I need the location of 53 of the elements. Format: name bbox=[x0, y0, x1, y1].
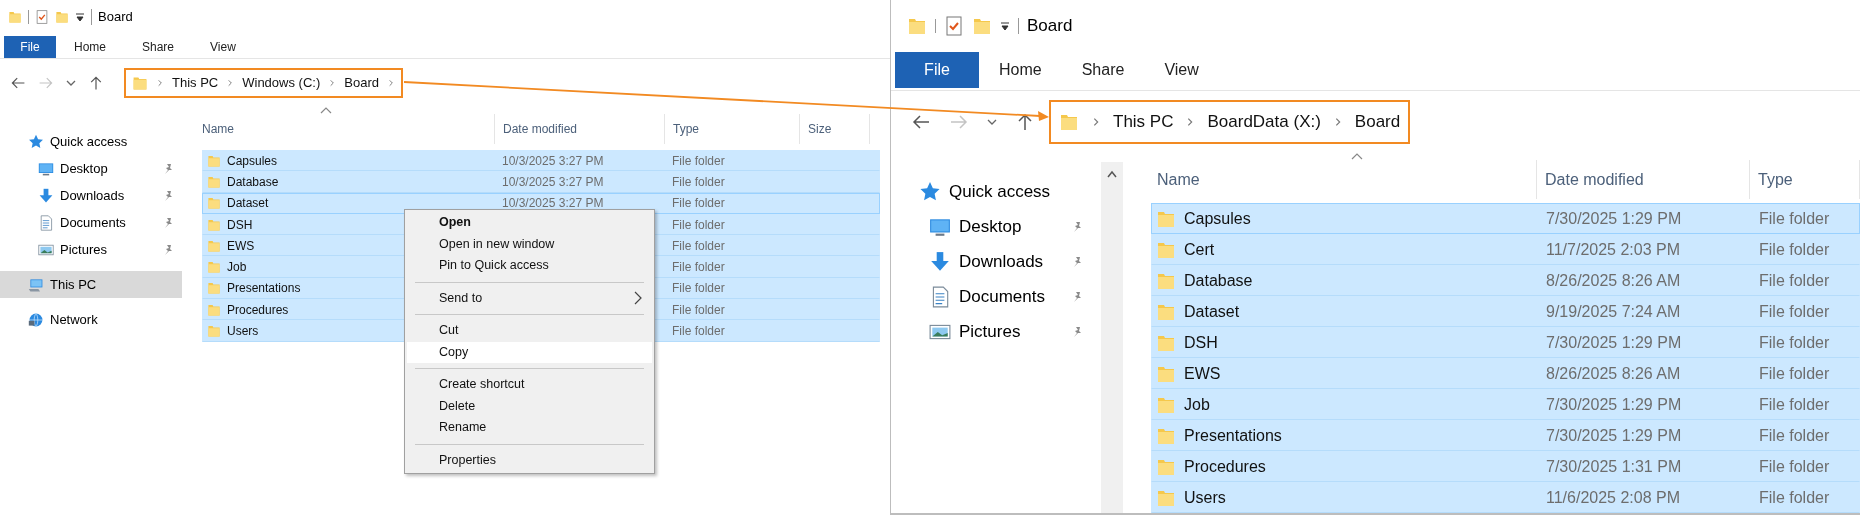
file-type: File folder bbox=[1759, 271, 1830, 289]
file-type: File folder bbox=[672, 302, 725, 317]
date-modified: 8/26/2025 8:26 AM bbox=[1546, 271, 1681, 289]
date-modified: 10/3/2025 3:27 PM bbox=[502, 174, 604, 189]
file-name: DSH bbox=[1184, 332, 1218, 353]
file-type: File folder bbox=[672, 217, 725, 232]
file-name: Job bbox=[227, 259, 247, 277]
file-type: File folder bbox=[672, 260, 725, 275]
file-name: DSH bbox=[227, 216, 253, 234]
file-name: Presentations bbox=[1184, 425, 1282, 446]
file-name: Presentations bbox=[227, 280, 301, 298]
date-modified: 7/30/2025 1:29 PM bbox=[1546, 426, 1682, 444]
date-modified: 8/26/2025 8:26 AM bbox=[1546, 364, 1681, 382]
file-name: Dataset bbox=[227, 195, 269, 213]
file-type: File folder bbox=[672, 281, 725, 296]
file-name: Database bbox=[1184, 270, 1253, 291]
file-type: File folder bbox=[672, 238, 725, 253]
file-type: File folder bbox=[1759, 209, 1830, 227]
file-type: File folder bbox=[1759, 302, 1830, 320]
file-type: File folder bbox=[1759, 426, 1830, 444]
file-name: EWS bbox=[1184, 363, 1221, 384]
file-type: File folder bbox=[672, 324, 725, 338]
date-modified: 7/30/2025 1:29 PM bbox=[1546, 333, 1682, 351]
file-type: File folder bbox=[1759, 457, 1830, 475]
date-modified: 11/7/2025 2:03 PM bbox=[1546, 240, 1681, 258]
file-type: File folder bbox=[672, 153, 725, 168]
file-type: File folder bbox=[1759, 333, 1830, 351]
file-name: Job bbox=[1184, 394, 1210, 415]
window-title: Board bbox=[98, 8, 133, 27]
file-name: Database bbox=[227, 173, 279, 191]
date-modified: 7/30/2025 1:29 PM bbox=[1546, 395, 1682, 413]
file-name: Users bbox=[1184, 487, 1226, 508]
file-type: File folder bbox=[672, 174, 725, 189]
file-type: File folder bbox=[1759, 240, 1830, 258]
date-modified: 9/19/2025 7:24 AM bbox=[1546, 302, 1681, 320]
file-name: Capsules bbox=[227, 152, 278, 170]
file-type: File folder bbox=[672, 196, 725, 211]
date-modified: 11/6/2025 2:08 PM bbox=[1546, 488, 1681, 506]
file-name: Capsules bbox=[1184, 208, 1251, 229]
file-type: File folder bbox=[1759, 364, 1830, 382]
date-modified: 10/3/2025 3:27 PM bbox=[502, 153, 604, 168]
date-modified: 10/3/2025 3:27 PM bbox=[502, 196, 604, 211]
file-type: File folder bbox=[1759, 395, 1830, 413]
file-type: File folder bbox=[1759, 488, 1830, 506]
date-modified: 7/30/2025 1:29 PM bbox=[1546, 209, 1682, 227]
window-title: Board bbox=[1027, 15, 1073, 38]
file-name: Users bbox=[227, 323, 259, 340]
file-name: Dataset bbox=[1184, 301, 1240, 322]
file-name: Procedures bbox=[1184, 456, 1266, 477]
date-modified: 7/30/2025 1:31 PM bbox=[1546, 457, 1682, 475]
file-name: EWS bbox=[227, 237, 255, 255]
file-name: Cert bbox=[1184, 239, 1215, 260]
file-name: Procedures bbox=[227, 301, 289, 319]
